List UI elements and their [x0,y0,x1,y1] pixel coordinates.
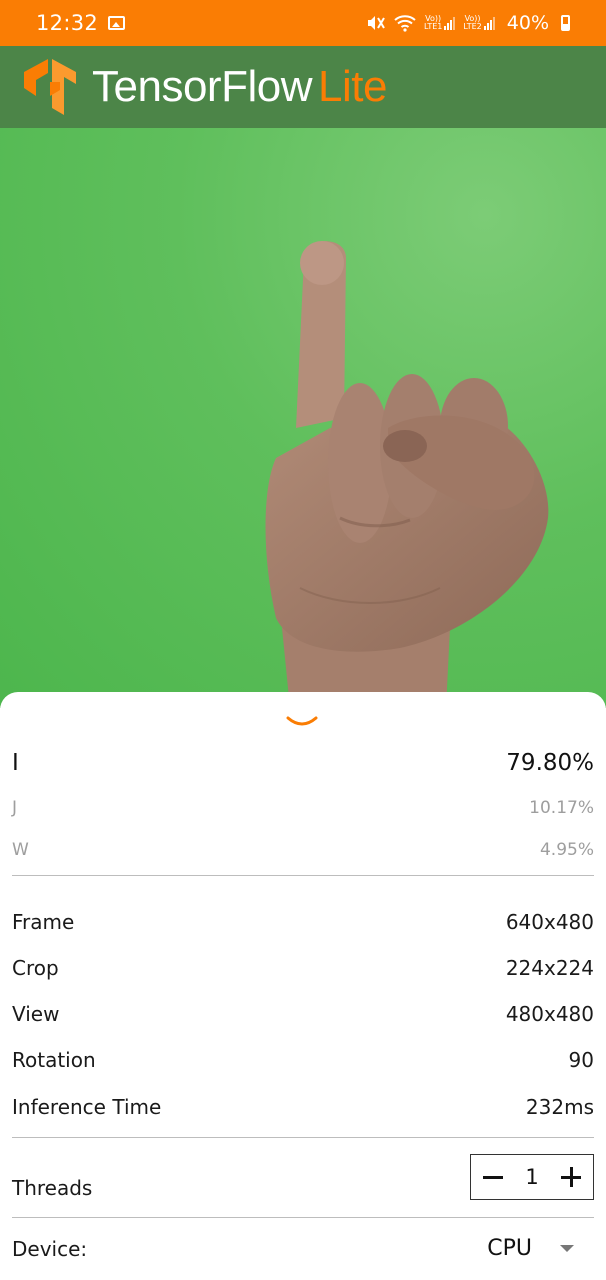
sim1-lte-label: LTE1 [423,22,443,31]
info-row-rotation: Rotation 90 [12,1048,594,1072]
status-bar: 12:32 Vo)) LTE1 Vo)) LTE2 40% [0,0,606,46]
info-label: Frame [12,910,75,934]
app-toolbar: TensorFlow Lite [0,46,606,128]
battery-percent: 40% [506,12,549,34]
info-row-frame: Frame 640x480 [12,910,594,934]
sim1-signal-icon: Vo)) LTE1 [423,15,456,31]
bottom-sheet: I 79.80% J 10.17% W 4.95% Frame 640x480 … [0,692,606,1280]
info-value: 90 [568,1048,594,1072]
gallery-notification-icon [108,16,126,30]
threads-stepper: 1 [470,1154,594,1200]
device-dropdown[interactable]: CPU [487,1236,574,1261]
divider [12,1137,594,1138]
result-score: 4.95% [539,840,594,860]
info-row-view: View 480x480 [12,1002,594,1026]
plus-icon[interactable] [559,1165,583,1189]
result-label: W [12,840,29,860]
info-row-crop: Crop 224x224 [12,956,594,980]
result-score: 79.80% [506,750,594,776]
status-time: 12:32 [36,11,99,35]
info-value: 224x224 [505,956,594,980]
mute-icon [366,14,386,32]
threads-row: Threads 1 [12,1154,594,1200]
info-value: 640x480 [505,910,594,934]
chevron-down-icon[interactable] [286,714,318,730]
info-label: View [12,1002,60,1026]
info-label: Inference Time [12,1095,162,1119]
result-label: I [12,750,19,776]
app-title: TensorFlow Lite [92,62,387,112]
result-label: J [12,798,18,818]
info-label: Crop [12,956,59,980]
app-title-main: TensorFlow [92,62,312,111]
app-title-accent: Lite [317,62,387,111]
result-row: J 10.17% [12,798,594,818]
status-icons: Vo)) LTE1 Vo)) LTE2 40% [366,12,570,34]
result-score: 10.17% [529,798,594,818]
sim2-signal-icon: Vo)) LTE2 [463,15,495,31]
threads-label: Threads [12,1176,93,1200]
info-value: 480x480 [505,1002,594,1026]
dropdown-arrow-icon [560,1245,574,1252]
wifi-icon [394,14,416,32]
info-label: Rotation [12,1048,96,1072]
tensorflow-logo-icon [24,59,76,115]
camera-preview [0,128,606,708]
threads-value: 1 [525,1165,539,1189]
result-row: W 4.95% [12,840,594,860]
sim2-lte-label: LTE2 [463,22,482,31]
hand-image [265,241,549,708]
divider [12,875,594,876]
device-row: Device: CPU [12,1236,594,1261]
device-label: Device: [12,1236,88,1261]
info-row-inference-time: Inference Time 232ms [12,1095,594,1119]
device-value: CPU [487,1236,532,1261]
battery-icon [561,15,570,31]
minus-icon[interactable] [481,1165,505,1189]
info-value: 232ms [525,1095,594,1119]
result-row: I 79.80% [12,750,594,776]
divider [12,1217,594,1218]
